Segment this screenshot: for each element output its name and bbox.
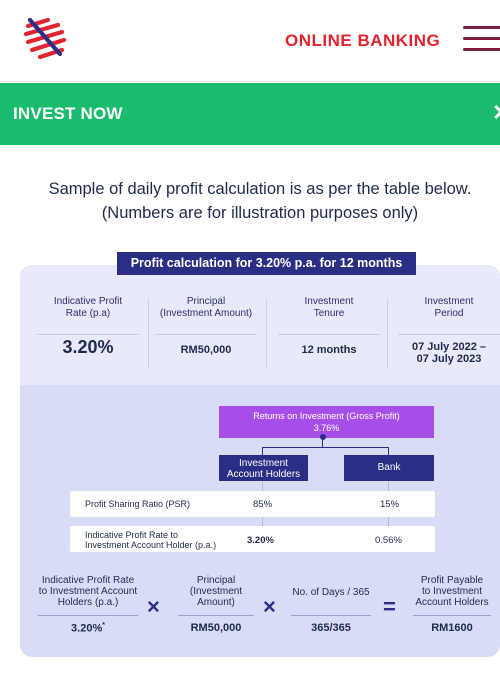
divider <box>278 334 380 335</box>
summary-label: Principal (Investment Amount) <box>159 296 253 319</box>
formula-value: RM50,000 <box>190 622 242 634</box>
bank-header: Bank <box>344 455 434 481</box>
hamburger-menu-icon[interactable] <box>463 26 500 52</box>
formula-label: Indicative Profit Rate to Investment Acco… <box>38 575 138 608</box>
summary-col-rate: Indicative Profit Rate (p.a) 3.20% <box>29 296 147 357</box>
menu-bar <box>463 48 500 51</box>
connector-line <box>262 447 263 455</box>
invest-now-label: INVEST NOW <box>13 104 123 123</box>
formula-label: No. of Days / 365 <box>292 587 370 598</box>
summary-col-principal: Principal (Investment Amount) RM50,000 <box>147 296 265 356</box>
divider <box>398 334 500 335</box>
formula-value: 365/365 <box>311 622 351 634</box>
table-row: Profit Sharing Ratio (PSR) 85% 15% <box>70 491 435 517</box>
divider <box>155 334 257 335</box>
divider <box>413 615 491 616</box>
invest-now-banner[interactable]: INVEST NOW ✕ <box>0 83 500 145</box>
divider <box>38 615 138 616</box>
close-icon[interactable]: ✕ <box>492 100 500 126</box>
equals-operator: = <box>383 594 396 619</box>
connector-line <box>322 440 323 447</box>
row-label: Indicative Profit Rate to Investment Acco… <box>85 530 217 550</box>
intro-line: Sample of daily profit calculation is as… <box>48 180 472 198</box>
row-value-right: 15% <box>380 499 400 510</box>
formula-label: Principal (Investment Amount) <box>189 575 243 608</box>
divider <box>291 615 371 616</box>
summary-col-tenure: Investment Tenure 12 months <box>270 296 388 356</box>
table-title: Profit calculation for 3.20% p.a. for 12… <box>117 252 416 275</box>
summary-label: Indicative Profit Rate (p.a) <box>53 296 123 319</box>
multiply-operator: × <box>263 594 276 619</box>
returns-value: 3.76% <box>313 423 340 433</box>
formula-label: Profit Payable to Investment Account Holde… <box>415 575 489 608</box>
site-header: ONLINE BANKING <box>0 0 500 82</box>
divider <box>37 334 139 335</box>
summary-value: 12 months <box>301 344 357 356</box>
bank-logo-icon[interactable] <box>22 16 68 62</box>
intro-line: (Numbers are for illustration purposes o… <box>101 204 419 222</box>
connector-line <box>262 447 389 448</box>
summary-col-period: Investment Period 07 July 2022 –07 July 2… <box>390 296 500 365</box>
intro-text: Sample of daily profit calculation is as… <box>10 177 500 225</box>
row-value-left: 85% <box>253 499 273 510</box>
summary-value: 07 July 2022 –07 July 2023 <box>411 341 486 365</box>
divider <box>266 298 267 368</box>
multiply-operator: × <box>147 594 160 619</box>
summary-value: 3.20% <box>62 337 114 357</box>
divider <box>178 615 254 616</box>
divider <box>387 298 388 368</box>
online-banking-link[interactable]: ONLINE BANKING <box>285 31 440 51</box>
menu-bar <box>463 37 500 40</box>
menu-bar <box>463 26 500 29</box>
connector-dot <box>320 434 326 440</box>
investment-account-holders-header: Investment Account Holders <box>219 455 308 481</box>
formula-value: RM1600 <box>431 622 473 634</box>
summary-value: RM50,000 <box>180 344 232 356</box>
summary-label: Investment Period <box>424 296 474 319</box>
formula-value: 3.20%* <box>71 622 105 635</box>
row-value-left: 3.20% <box>247 535 274 546</box>
row-value-right: 0.56% <box>375 535 402 546</box>
returns-label: Returns on Investment (Gross Profit) <box>253 411 400 421</box>
row-label: Profit Sharing Ratio (PSR) <box>85 499 191 509</box>
returns-box: Returns on Investment (Gross Profit) 3.7… <box>219 406 434 438</box>
summary-label: Investment Tenure <box>304 296 354 319</box>
connector-line <box>388 447 389 455</box>
table-row: Indicative Profit Rate to Investment Acco… <box>70 526 435 552</box>
